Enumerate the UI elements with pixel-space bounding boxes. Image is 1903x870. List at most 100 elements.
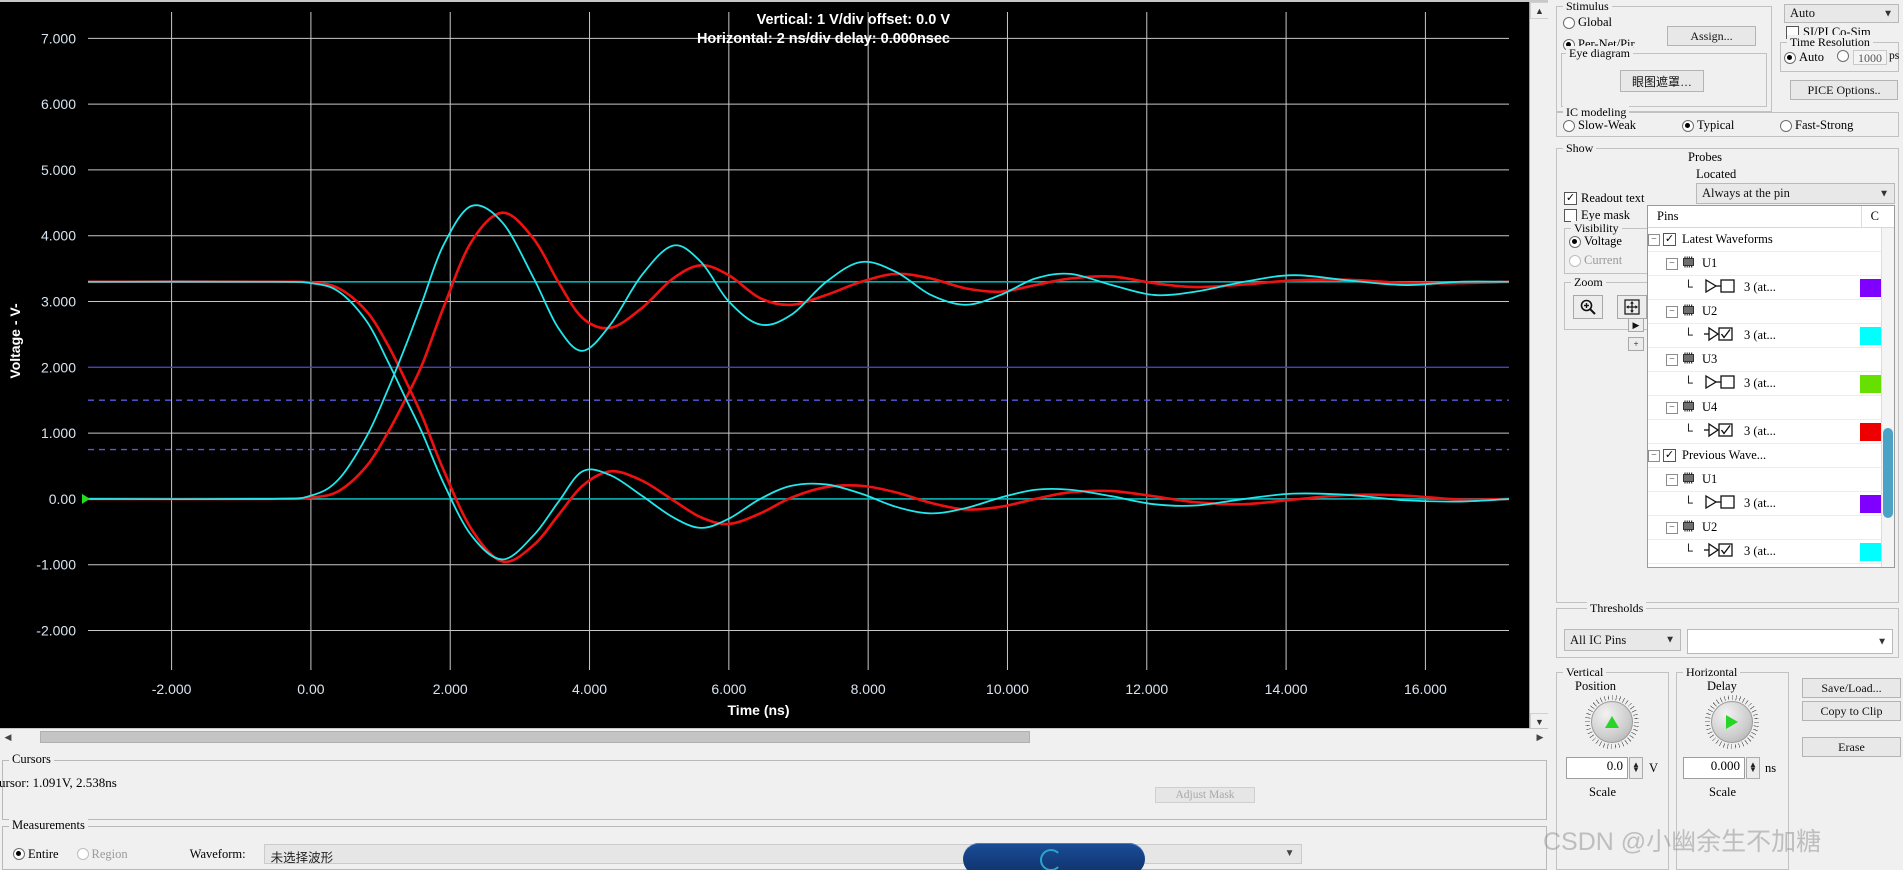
checkbox-checked-icon[interactable]: ✓ xyxy=(1663,449,1676,462)
vertical-position-input[interactable]: 0.0 xyxy=(1566,757,1628,779)
radio-voltage[interactable]: Voltage xyxy=(1569,234,1622,249)
thresholds-group-label: Thresholds xyxy=(1587,601,1647,616)
vertical-position-spinner[interactable]: ▲ ▼ xyxy=(1629,757,1643,779)
spinner-down-icon[interactable]: ▼ xyxy=(1749,766,1757,774)
checkbox-checked-icon: ✓ xyxy=(1564,192,1577,205)
scroll-right-icon[interactable]: ▶ xyxy=(1532,729,1548,745)
pins-tree-row[interactable]: − U1 xyxy=(1648,252,1894,276)
expand-right-button[interactable]: ▶ xyxy=(1628,318,1644,332)
radio-region[interactable]: Region xyxy=(76,846,128,862)
horizontal-delay-knob[interactable] xyxy=(1704,694,1760,750)
pins-tree[interactable]: Pins C − ✓ Latest Waveforms − U1 └ 3 (at... − U2… xyxy=(1647,205,1895,568)
collapse-icon[interactable]: − xyxy=(1666,401,1678,414)
checkbox-checked-icon[interactable]: ✓ xyxy=(1663,233,1676,246)
pice-options-button[interactable]: PICE Options.. xyxy=(1790,80,1898,100)
y-axis-tick-label: 6.000 xyxy=(41,96,76,112)
pins-tree-label: 3 (at... xyxy=(1744,328,1776,342)
collapse-icon[interactable]: − xyxy=(1666,473,1678,486)
fast-strong-label: Fast-Strong xyxy=(1795,118,1854,132)
eye-diagram-group: Eye diagram 眼图遮罩… xyxy=(1561,46,1767,107)
thresholds-select[interactable]: All IC Pins ▼ xyxy=(1564,629,1681,651)
plot-canvas[interactable]: 7.000 6.000 5.000 4.000 3.000 2.000 1.000 0.00 -… xyxy=(0,2,1529,730)
radio-dot-icon xyxy=(1563,119,1575,132)
save-load-button[interactable]: Save/Load... xyxy=(1802,678,1901,698)
pins-tree-row[interactable]: −U3 xyxy=(1648,348,1894,372)
plot-vertical-scrollbar[interactable]: ▲ ▼ xyxy=(1529,2,1549,730)
adjust-mask-button[interactable]: Adjust Mask xyxy=(1155,787,1255,803)
pins-tree-row[interactable]: └ 3 (at... xyxy=(1648,420,1894,444)
pins-tree-row[interactable]: └ 3 (at... xyxy=(1648,372,1894,396)
resolution-value-input[interactable]: 1000 xyxy=(1853,50,1887,65)
radio-entire[interactable]: Entire xyxy=(13,847,59,862)
horizontal-delay-spinner[interactable]: ▲ ▼ xyxy=(1746,757,1760,779)
knob-dial[interactable] xyxy=(1591,701,1633,743)
erase-button[interactable]: Erase xyxy=(1802,737,1901,757)
thresholds-select-value: All IC Pins xyxy=(1570,632,1627,647)
pins-tree-label: U1 xyxy=(1702,256,1718,270)
waveform-select[interactable]: 未选择波形 ▼ xyxy=(263,844,1302,865)
spinner-down-icon[interactable]: ▼ xyxy=(1632,766,1640,774)
horizontal-delay-input[interactable]: 0.000 xyxy=(1683,757,1745,779)
pins-tree-row[interactable]: └ 3 (at... xyxy=(1648,492,1894,516)
chevron-down-icon: ▼ xyxy=(1284,848,1295,859)
radio-region-label: Region xyxy=(91,846,128,861)
horizontal-scale-label: Scale xyxy=(1709,785,1737,799)
pins-tree-row[interactable]: − U2 xyxy=(1648,300,1894,324)
pins-tree-row[interactable]: − ✓ Latest Waveforms xyxy=(1648,228,1894,252)
pins-tree-row[interactable]: −U3 xyxy=(1648,564,1894,567)
radio-resolution-auto[interactable]: Auto xyxy=(1784,50,1824,65)
output-probe-icon xyxy=(1705,374,1735,389)
zoom-in-button[interactable] xyxy=(1573,295,1603,319)
scroll-left-icon[interactable]: ◀ xyxy=(0,729,16,745)
input-probe-icon xyxy=(1704,326,1733,341)
probes-located-select[interactable]: Always at the pin ▼ xyxy=(1696,183,1895,204)
pins-tree-row[interactable]: └ 3 (at... xyxy=(1648,540,1894,564)
radio-typical[interactable]: Typical xyxy=(1682,118,1734,133)
radio-current[interactable]: Current xyxy=(1569,253,1622,268)
pins-scroll-thumb[interactable] xyxy=(1883,428,1893,518)
pins-tree-row[interactable]: − U2 xyxy=(1648,516,1894,540)
radio-resolution-manual[interactable] xyxy=(1837,50,1849,62)
assign-button[interactable]: Assign... xyxy=(1667,26,1756,46)
output-probe-icon xyxy=(1705,278,1735,293)
scroll-up-icon[interactable]: ▲ xyxy=(1530,2,1549,19)
radio-fast-strong[interactable]: Fast-Strong xyxy=(1780,118,1853,133)
collapse-icon[interactable]: − xyxy=(1648,233,1660,246)
x-axis-tick-label: 0.00 xyxy=(297,681,324,697)
thresholds-detail-select[interactable]: ▼ xyxy=(1687,629,1893,654)
pins-tree-label: U4 xyxy=(1702,400,1718,414)
ic-chip-icon xyxy=(1683,352,1694,363)
pins-tree-row[interactable]: − U1 xyxy=(1648,468,1894,492)
readout-text-label: Readout text xyxy=(1581,191,1645,205)
pins-vertical-scrollbar[interactable] xyxy=(1881,228,1894,567)
plot-horizontal-scrollbar[interactable]: ◀ ▶ xyxy=(0,728,1548,745)
resolution-auto-label: Auto xyxy=(1799,50,1824,64)
pins-tree-row[interactable]: └ 3 (at... xyxy=(1648,324,1894,348)
vertical-position-knob[interactable] xyxy=(1584,694,1640,750)
add-row-button[interactable]: + xyxy=(1628,337,1644,351)
collapse-icon[interactable]: − xyxy=(1666,521,1678,534)
radio-dot-icon xyxy=(13,848,25,860)
collapse-icon[interactable]: − xyxy=(1666,353,1678,366)
pins-tree-row[interactable]: − ✓ Previous Wave... xyxy=(1648,444,1894,468)
waveform-chart[interactable]: 7.000 6.000 5.000 4.000 3.000 2.000 1.000 0.00 -… xyxy=(0,2,1529,730)
readout-text-checkbox[interactable]: ✓ Readout text xyxy=(1564,191,1645,206)
copy-to-clip-button[interactable]: Copy to Clip xyxy=(1802,701,1901,721)
collapse-icon[interactable]: − xyxy=(1666,305,1678,318)
pins-tree-row[interactable]: └ 3 (at... xyxy=(1648,276,1894,300)
radio-slow-weak[interactable]: Slow-Weak xyxy=(1563,118,1636,133)
collapse-icon[interactable]: − xyxy=(1666,257,1678,270)
zoom-fit-button[interactable] xyxy=(1617,295,1647,319)
knob-dial[interactable] xyxy=(1711,701,1753,743)
horizontal-scroll-thumb[interactable] xyxy=(40,731,1030,743)
eye-mask-button[interactable]: 眼图遮罩… xyxy=(1620,70,1704,92)
chart-background xyxy=(0,2,1529,730)
knob-pointer-icon xyxy=(1605,716,1619,728)
pins-tree-rows[interactable]: − ✓ Latest Waveforms − U1 └ 3 (at... − U2 └ 3 (at.… xyxy=(1648,228,1894,567)
x-axis-title: Time (ns) xyxy=(728,702,790,718)
auto-select-value: Auto xyxy=(1790,6,1815,20)
collapse-icon[interactable]: − xyxy=(1648,449,1660,462)
pins-tree-row[interactable]: − U4 xyxy=(1648,396,1894,420)
auto-select[interactable]: Auto ▼ xyxy=(1784,4,1899,23)
radio-stimulus-global[interactable]: Global xyxy=(1563,15,1612,30)
